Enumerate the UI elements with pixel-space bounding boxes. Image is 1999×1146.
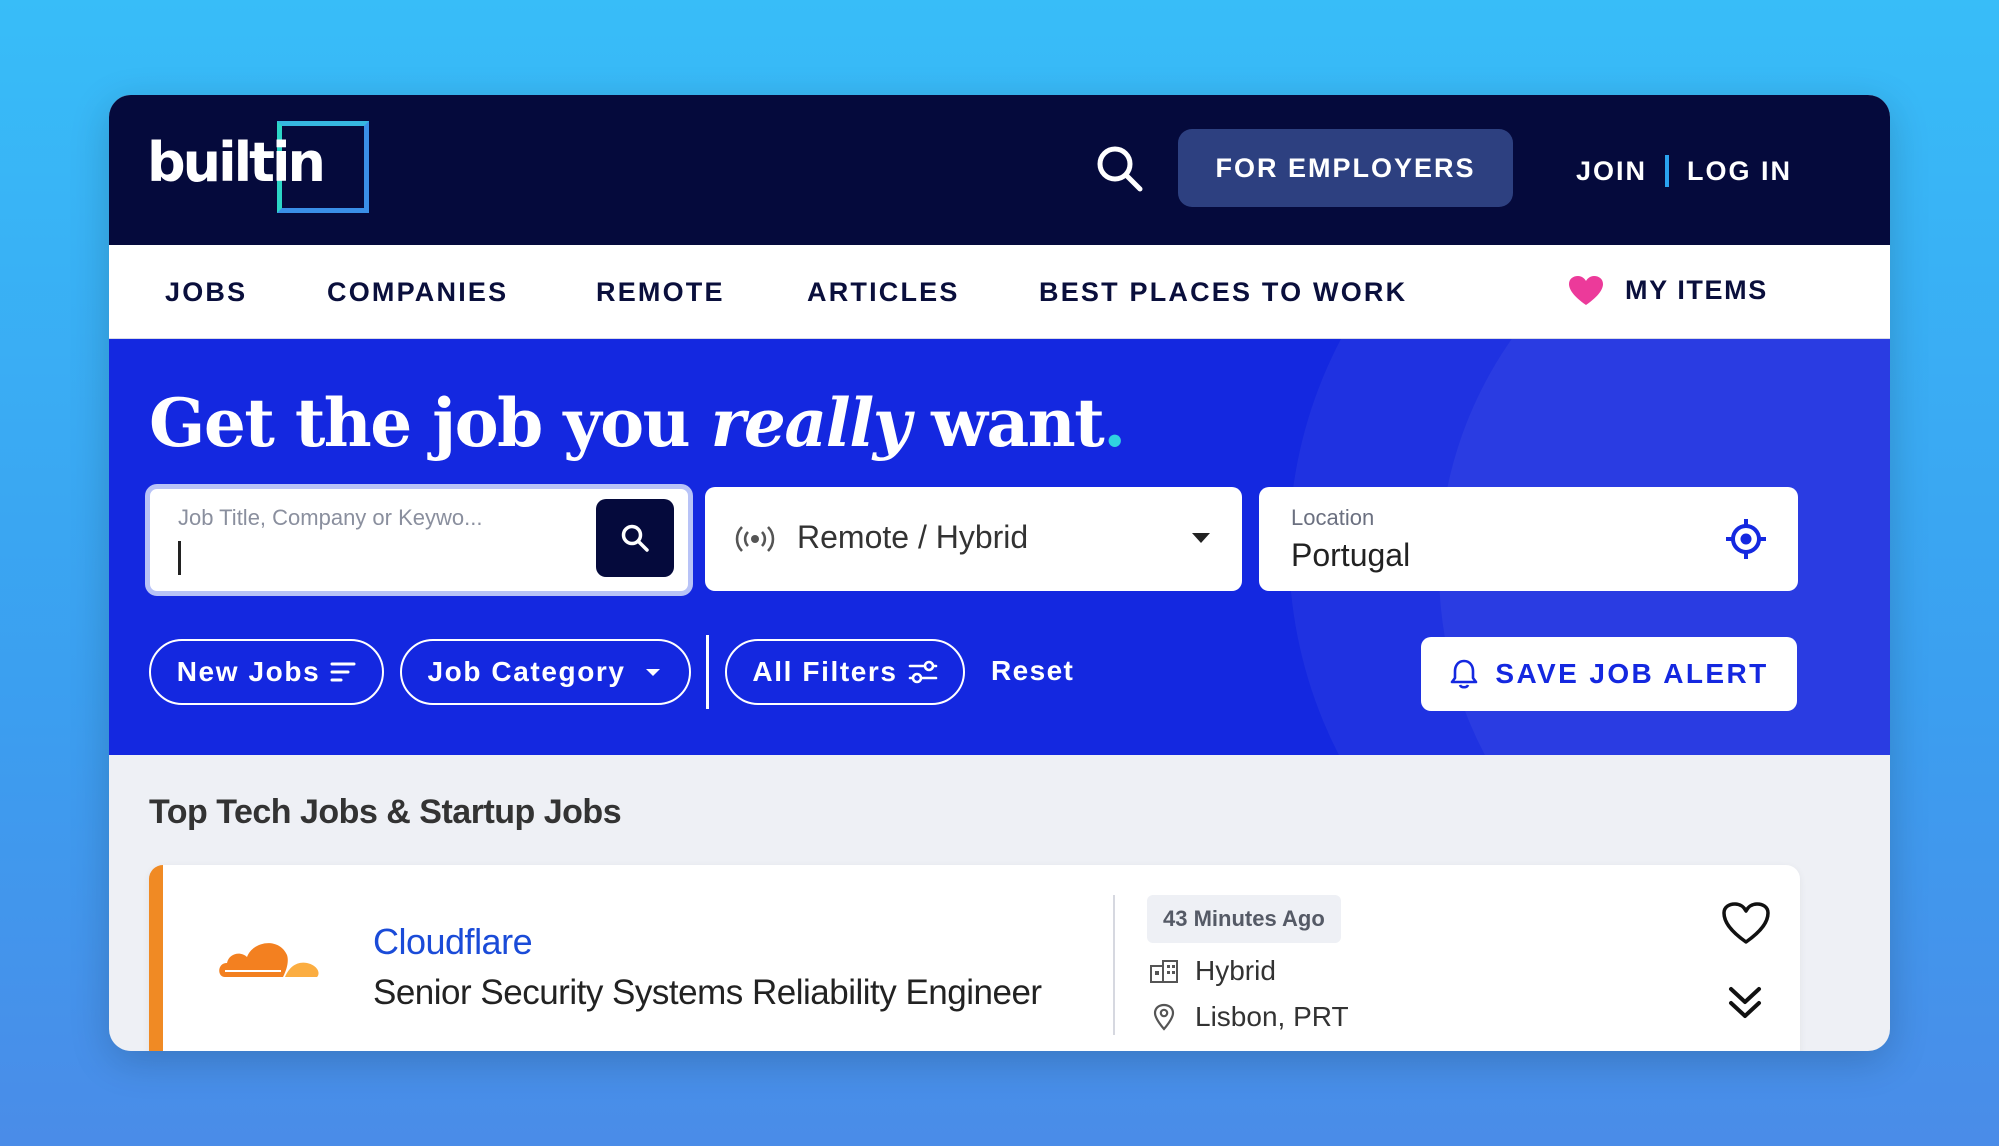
caret-down-icon [1192, 533, 1210, 543]
top-header: builtin FOR EMPLOYERS JOIN LOG IN [109, 95, 1890, 245]
for-employers-button[interactable]: FOR EMPLOYERS [1178, 129, 1513, 207]
company-name-link[interactable]: Cloudflare [373, 921, 533, 963]
main-nav: JOBS COMPANIES REMOTE ARTICLES BEST PLAC… [109, 245, 1890, 339]
new-jobs-sort-button[interactable]: New Jobs [149, 639, 384, 705]
my-items-link[interactable]: MY ITEMS [1569, 275, 1768, 306]
card-divider [1113, 895, 1115, 1035]
builtin-logo[interactable]: builtin [147, 121, 369, 217]
work-type-value: Hybrid [1195, 955, 1276, 986]
save-job-alert-label: SAVE JOB ALERT [1495, 658, 1769, 689]
nav-item-companies[interactable]: COMPANIES [327, 277, 508, 308]
join-link[interactable]: JOIN [1576, 156, 1647, 187]
locate-me-icon[interactable] [1724, 517, 1768, 561]
keyword-placeholder: Job Title, Company or Keywo... [178, 505, 483, 530]
jobs-list-heading: Top Tech Jobs & Startup Jobs [149, 793, 622, 831]
keyword-search-field[interactable]: Job Title, Company or Keywo... [145, 484, 693, 596]
location-value: Portugal [1291, 537, 1411, 573]
location-row: Lisbon, PRT [1149, 1001, 1349, 1033]
nav-item-articles[interactable]: ARTICLES [807, 277, 960, 308]
job-location-value: Lisbon, PRT [1195, 1001, 1349, 1032]
job-category-label: Job Category [427, 656, 626, 687]
location-label: Location [1291, 505, 1375, 530]
save-job-alert-button[interactable]: SAVE JOB ALERT [1421, 637, 1797, 711]
auth-links: JOIN LOG IN [1576, 151, 1792, 191]
search-icon[interactable] [1094, 143, 1146, 195]
text-caret [178, 541, 181, 575]
work-type-row: Hybrid [1149, 955, 1276, 987]
search-icon [621, 524, 649, 552]
location-field[interactable]: Location Portugal [1259, 487, 1798, 591]
office-building-icon [1150, 960, 1178, 983]
browser-window: builtin FOR EMPLOYERS JOIN LOG IN JOBS C… [109, 95, 1890, 1051]
nav-item-remote[interactable]: REMOTE [596, 277, 725, 308]
caret-down-icon [645, 669, 660, 676]
new-jobs-label: New Jobs [176, 656, 321, 687]
remote-filter-value: Remote / Hybrid [797, 519, 1029, 555]
keyword-search-button[interactable] [596, 499, 674, 577]
reset-filters-link[interactable]: Reset [991, 655, 1074, 687]
map-pin-icon [1153, 1003, 1175, 1031]
double-chevron-down-icon[interactable] [1725, 983, 1765, 1023]
sort-icon [330, 662, 356, 682]
job-category-dropdown[interactable]: Job Category [400, 639, 691, 705]
job-title-link[interactable]: Senior Security Systems Reliability Engi… [373, 973, 1042, 1013]
all-filters-label: All Filters [752, 656, 898, 687]
my-items-label: MY ITEMS [1625, 275, 1768, 305]
hero-title: Get the job you really want. [149, 384, 1126, 462]
broadcast-icon [735, 526, 775, 552]
nav-item-jobs[interactable]: JOBS [165, 277, 247, 308]
filter-divider [706, 635, 709, 709]
sliders-icon [908, 660, 937, 684]
bell-icon [1451, 659, 1478, 689]
auth-separator [1665, 155, 1670, 187]
nav-item-best-places[interactable]: BEST PLACES TO WORK [1039, 277, 1407, 308]
posted-time-badge: 43 Minutes Ago [1147, 895, 1341, 943]
job-card[interactable]: Cloudflare Senior Security Systems Relia… [149, 865, 1800, 1051]
cloudflare-logo [219, 943, 319, 977]
hero-search-section: Get the job you really want. Job Title, … [109, 339, 1890, 755]
all-filters-button[interactable]: All Filters [725, 639, 965, 705]
heart-icon [1569, 275, 1603, 305]
remote-hybrid-dropdown[interactable]: Remote / Hybrid [705, 487, 1242, 591]
heart-outline-icon[interactable] [1721, 901, 1771, 945]
logo-text: builtin [147, 131, 326, 194]
login-link[interactable]: LOG IN [1687, 156, 1792, 187]
